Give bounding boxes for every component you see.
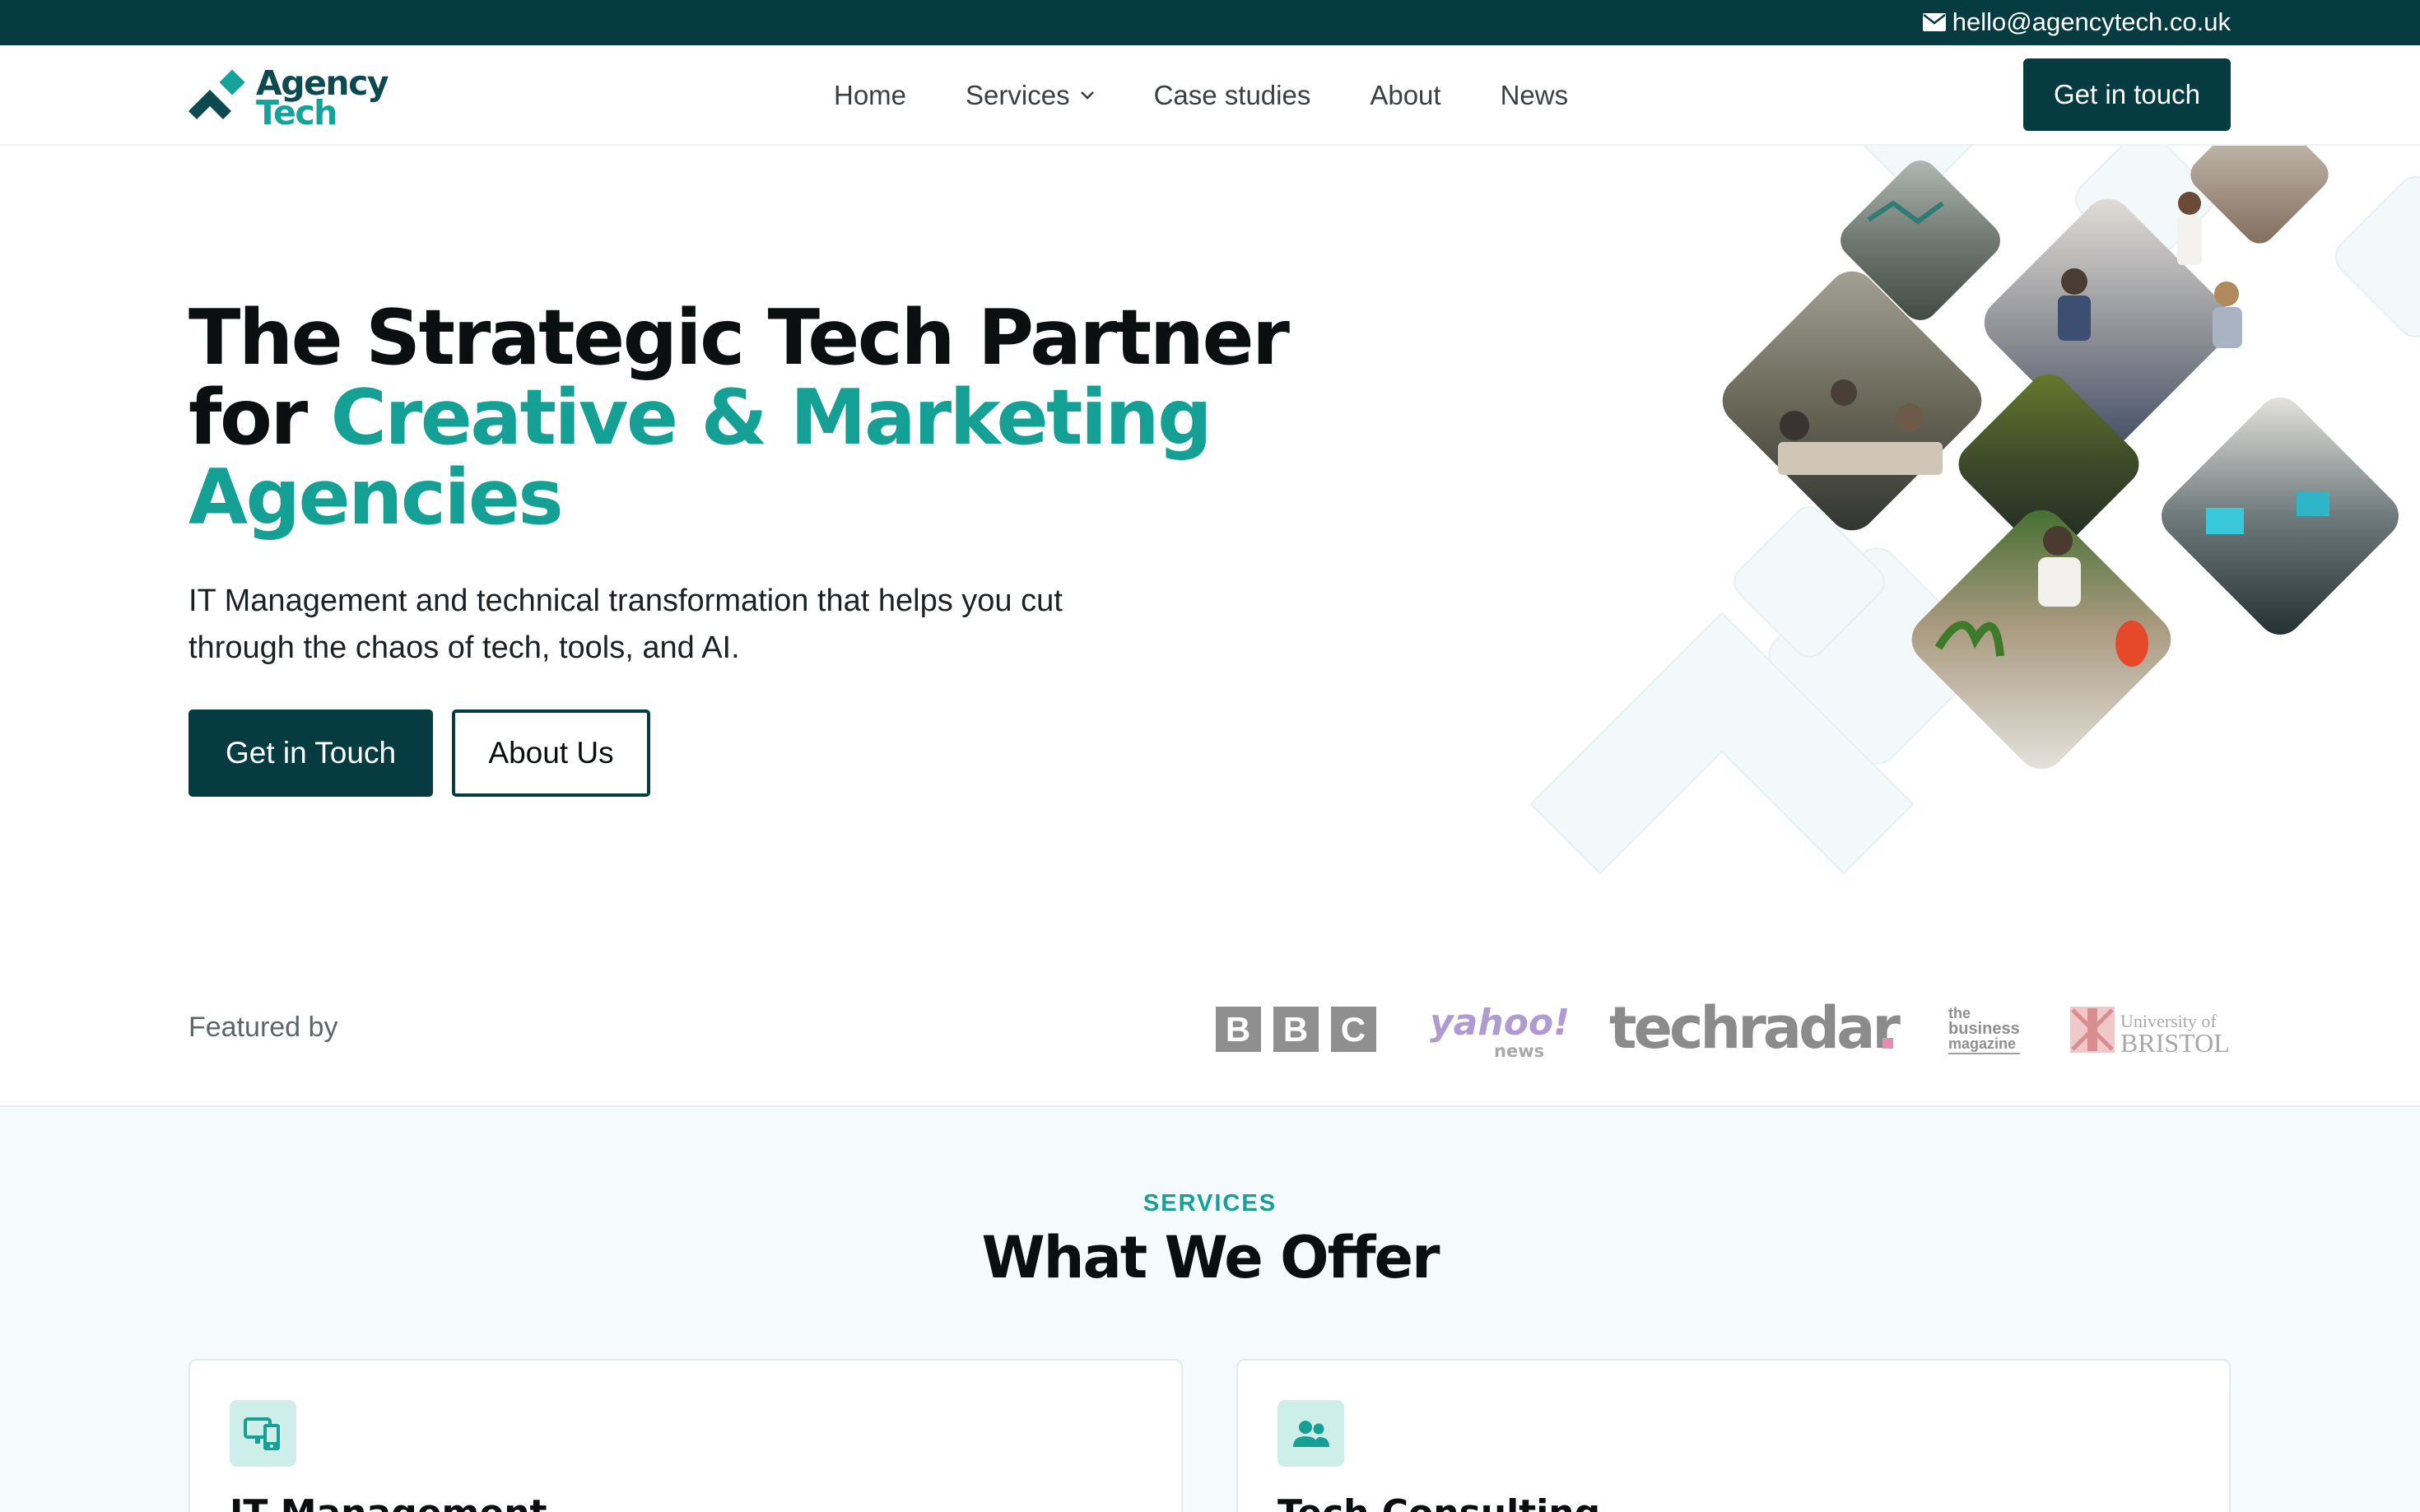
services-section: SERVICES What We Offer IT Management Tec… [0, 1105, 2420, 1512]
nav-about[interactable]: About [1370, 80, 1440, 111]
chevron-down-icon [1080, 91, 1094, 100]
svg-text:yahoo!: yahoo! [1430, 1002, 1570, 1044]
site-header: Agency Tech Home Services Case studies A… [0, 45, 2420, 146]
nav-services[interactable]: Services [966, 80, 1095, 111]
hero-title-for: for [188, 373, 331, 462]
service-card-title: Tech Consulting [1277, 1492, 1600, 1512]
featured-by-label: Featured by [188, 1012, 338, 1043]
hero-photo-collage [1482, 146, 2420, 903]
svg-text:techradar: techradar [1609, 994, 1901, 1062]
svg-text:B: B [1226, 1010, 1250, 1049]
techradar-logo: techradar [1609, 994, 1904, 1062]
services-eyebrow: SERVICES [1143, 1190, 1277, 1217]
services-title: What We Offer [981, 1224, 1440, 1291]
hero-title-line1: The Strategic Tech Partner [188, 293, 1290, 382]
svg-text:C: C [1341, 1010, 1366, 1049]
press-logo-strip: B B C yahoo! news techradar the business… [1210, 984, 2231, 1074]
nav-news[interactable]: News [1501, 80, 1569, 111]
hero-about-us-button[interactable]: About Us [452, 709, 650, 797]
people-icon [1277, 1400, 1344, 1467]
svg-text:the: the [1948, 1005, 1971, 1021]
service-card-tech-consulting[interactable]: Tech Consulting [1236, 1359, 2231, 1512]
nav-case-studies[interactable]: Case studies [1154, 80, 1311, 111]
agency-tech-logo[interactable]: Agency Tech [188, 65, 394, 131]
hero-subtitle: IT Management and technical transformati… [188, 584, 1063, 665]
service-card-title: IT Management [230, 1492, 547, 1512]
man-at-laptop-photo-diamond [1911, 509, 2171, 770]
contact-email-text: hello@agencytech.co.uk [1952, 7, 2231, 36]
envelope-icon [1922, 13, 1946, 31]
business-magazine-logo: the business magazine [1948, 1005, 2020, 1054]
hero-title: The Strategic Tech Partner for Creative … [188, 298, 1341, 537]
svg-text:BRISTOL: BRISTOL [2120, 1028, 2230, 1058]
logo-mark-icon [188, 69, 245, 119]
hero-get-in-touch-button[interactable]: Get in Touch [188, 709, 433, 797]
hero-title-accent: Creative & Marketing Agencies [188, 373, 1212, 542]
service-card-it-management[interactable]: IT Management [188, 1359, 1183, 1512]
contact-email-link[interactable]: hello@agencytech.co.uk [1922, 6, 2231, 39]
svg-text:news: news [1494, 1041, 1544, 1061]
svg-text:magazine: magazine [1948, 1035, 2016, 1052]
header-get-in-touch-button[interactable]: Get in touch [2023, 58, 2231, 131]
university-of-bristol-logo: University of BRISTOL [2070, 1007, 2230, 1058]
bbc-logo: B B C [1216, 1007, 1376, 1052]
nav-home[interactable]: Home [834, 80, 906, 111]
yahoo-news-logo: yahoo! news [1430, 1002, 1570, 1061]
workstations-photo-diamond [2162, 398, 2399, 635]
main-nav: Home Services Case studies About News [834, 75, 1568, 116]
devices-icon [230, 1400, 296, 1467]
team-meeting-photo-diamond [1722, 271, 1982, 531]
top-contact-bar: hello@agencytech.co.uk [0, 0, 2420, 45]
svg-text:B: B [1283, 1010, 1308, 1049]
